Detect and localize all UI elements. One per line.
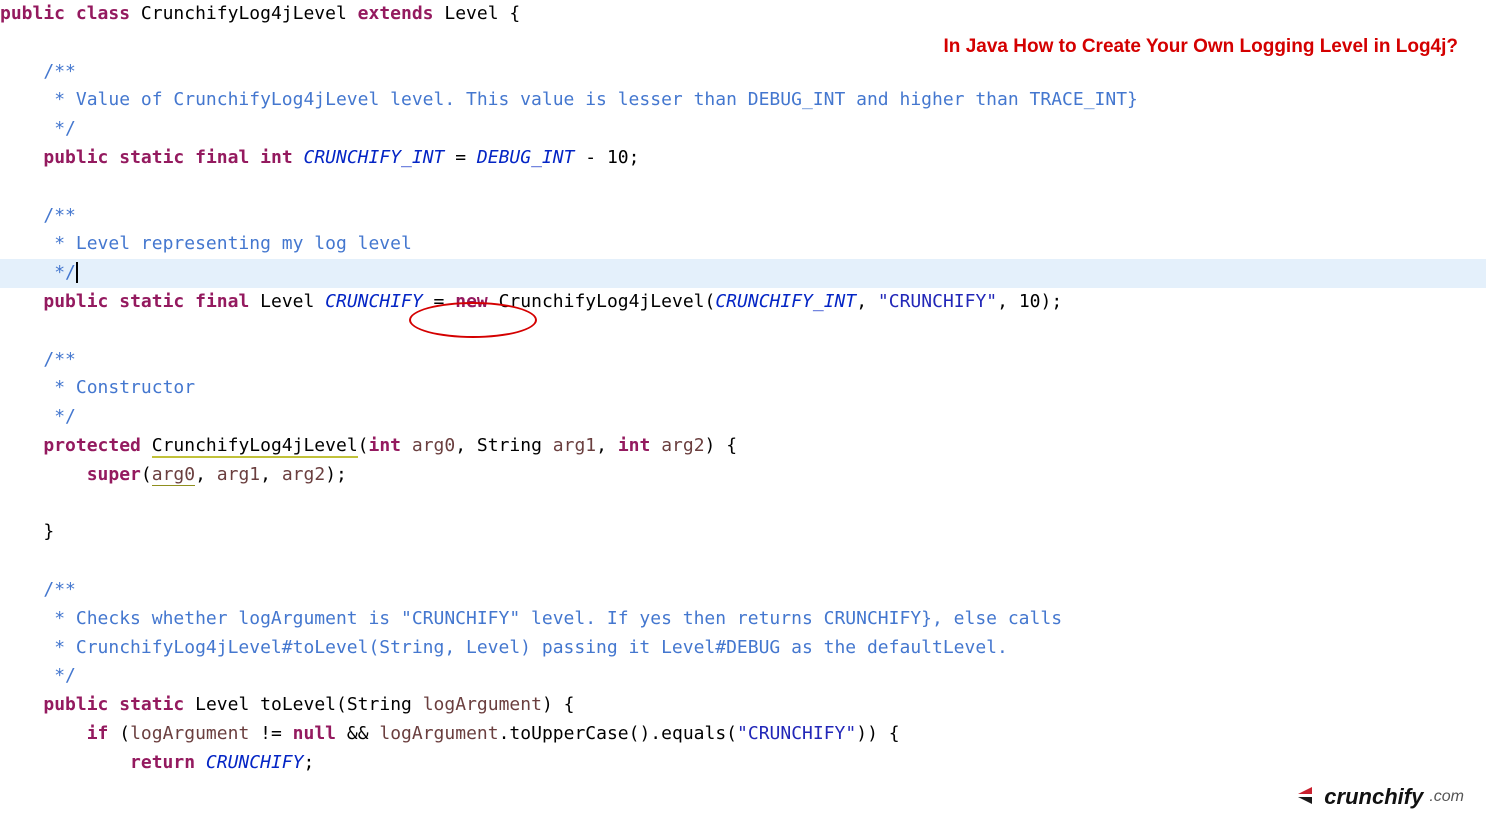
comment-block: /** * Constructor */ bbox=[0, 349, 195, 428]
logo-text: crunchify bbox=[1324, 779, 1423, 814]
code-line: public class CrunchifyLog4jLevel extends… bbox=[0, 3, 520, 24]
code-line: } bbox=[0, 521, 54, 542]
code-line: if (logArgument != null && logArgument.t… bbox=[0, 723, 900, 744]
code-line: public static Level toLevel(String logAr… bbox=[0, 694, 574, 715]
code-line: return CRUNCHIFY; bbox=[0, 752, 314, 773]
code-editor[interactable]: public class CrunchifyLog4jLevel extends… bbox=[0, 0, 1486, 778]
code-line: super(arg0, arg1, arg2); bbox=[0, 464, 347, 486]
logo-tld: .com bbox=[1429, 784, 1464, 810]
text-cursor bbox=[76, 262, 78, 284]
code-line: public static final int CRUNCHIFY_INT = … bbox=[0, 147, 640, 168]
crunchify-logo: crunchify.com bbox=[1292, 779, 1464, 814]
annotation-title: In Java How to Create Your Own Logging L… bbox=[944, 32, 1458, 62]
crunchify-logo-icon bbox=[1292, 784, 1318, 808]
code-line: public static final Level CRUNCHIFY = ne… bbox=[0, 291, 1062, 312]
comment-block: /** * Checks whether logArgument is "CRU… bbox=[0, 579, 1062, 686]
comment-block: /** * Value of CrunchifyLog4jLevel level… bbox=[0, 61, 1138, 140]
code-line: protected CrunchifyLog4jLevel(int arg0, … bbox=[0, 435, 737, 458]
comment-block: /** * Level representing my log level */ bbox=[0, 205, 1486, 284]
